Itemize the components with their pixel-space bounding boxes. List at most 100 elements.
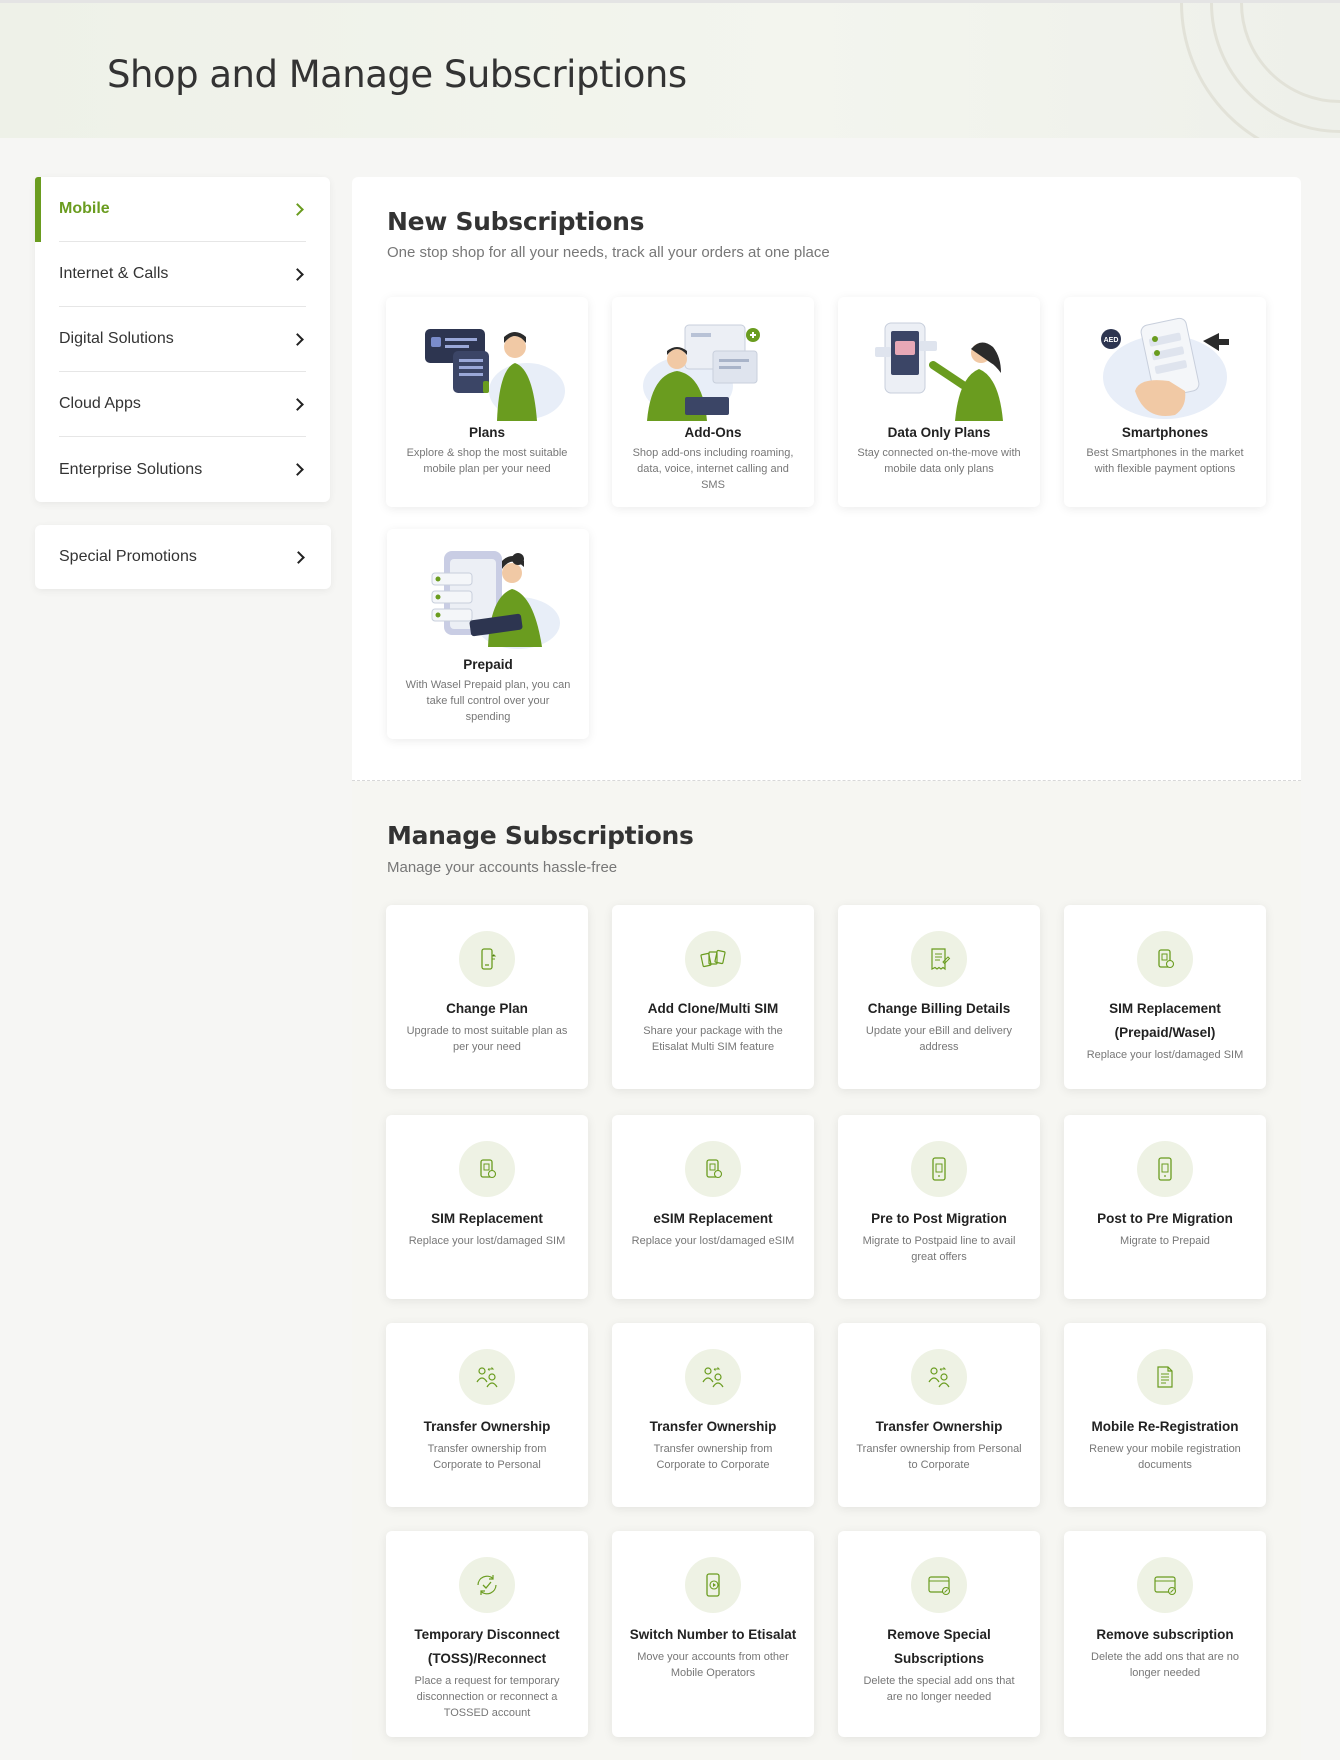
card-title: Transfer Ownership [649,1419,777,1434]
manage-card-post-to-pre-migration[interactable]: Post to Pre Migration Migrate to Prepaid [1064,1115,1266,1299]
card-description: Stay connected on-the-move with mobile d… [857,447,1021,475]
sim-icon [685,1141,741,1197]
users-icon [459,1349,515,1405]
card-data-only-plans[interactable]: Data Only Plans Stay connected on-the-mo… [838,297,1040,507]
card-prepaid[interactable]: Prepaid With Wasel Prepaid plan, you can… [387,529,589,739]
card-description: Best Smartphones in the market with flex… [1086,447,1244,475]
card-description: Delete the special add ons that are no l… [863,1675,1015,1703]
card-description: Move your accounts from other Mobile Ope… [637,1651,789,1679]
manage-card-sim-replacement[interactable]: SIM Replacement Replace your lost/damaged… [386,1115,588,1299]
sidebar-item-label: Enterprise Solutions [59,460,203,478]
sim-icon [459,1141,515,1197]
card-title: Mobile Re-Registration [1091,1419,1239,1434]
card-title: Remove Special Subscriptions [887,1627,991,1666]
card-title: Prepaid [463,657,513,672]
manage-subscriptions-section: Manage Subscriptions Manage your account… [352,781,1301,1760]
card-title: Pre to Post Migration [871,1211,1007,1226]
special-promotions-link[interactable]: Special Promotions [35,525,331,589]
manage-card-remove-subscription[interactable]: Remove subscription Delete the add ons th… [1064,1531,1266,1737]
sidebar-item-label: Mobile [59,200,110,217]
card-title: Transfer Ownership [875,1419,1003,1434]
card-title: eSIM Replacement [653,1211,773,1226]
multi-sim-icon [685,931,741,987]
card-description: Migrate to Postpaid line to avail great … [862,1235,1016,1263]
section-title: New Subscriptions [387,207,645,236]
card-description: Upgrade to most suitable plan as per you… [406,1025,568,1053]
card-description: Replace your lost/damaged SIM [1086,1049,1244,1061]
card-description: Replace your lost/damaged eSIM [631,1235,795,1247]
card-description: Place a request for temporary disconnect… [414,1675,560,1719]
card-title: Transfer Ownership [423,1419,551,1434]
special-promotions-label: Special Promotions [59,548,197,565]
sidebar-item-mobile[interactable]: Mobile [35,177,306,242]
manage-card-sim-replacement-prepaid-wasel[interactable]: SIM Replacement (Prepaid/Wasel) Replace y… [1064,905,1266,1089]
chevron-right-icon [292,550,305,564]
manage-card-transfer-ownership[interactable]: Transfer Ownership Transfer ownership fro… [612,1323,814,1507]
card-title: Data Only Plans [887,425,991,440]
card-title: Plans [468,425,506,440]
chevron-right-icon [291,397,304,411]
card-description: Transfer ownership from Corporate to Per… [427,1443,547,1471]
new-subscriptions-section: New Subscriptions One stop shop for all … [352,177,1301,781]
page-header: Shop and Manage Subscriptions [0,0,1340,138]
card-title: Add-Ons [684,425,742,440]
card-title: Change Billing Details [867,1001,1011,1016]
plans-illustration [407,311,567,421]
sidebar-item-label: Internet & Calls [59,265,169,282]
card-description: Migrate to Prepaid [1120,1235,1210,1247]
window-remove-icon [1137,1557,1193,1613]
manage-card-change-billing-details[interactable]: Change Billing Details Update your eBill … [838,905,1040,1089]
manage-card-transfer-ownership[interactable]: Transfer Ownership Transfer ownership fro… [838,1323,1040,1507]
document-icon [1137,1349,1193,1405]
manage-card-temporary-disconnect-toss-reconnect[interactable]: Temporary Disconnect (TOSS)/Reconnect Pla… [386,1531,588,1737]
section-title: Manage Subscriptions [387,821,694,850]
sidebar-item-internet-calls[interactable]: Internet & Calls [59,242,306,307]
main-content: New Subscriptions One stop shop for all … [352,177,1301,1760]
manage-card-pre-to-post-migration[interactable]: Pre to Post Migration Migrate to Postpaid… [838,1115,1040,1299]
chevron-right-icon [291,463,304,476]
manage-card-change-plan[interactable]: Change Plan Upgrade to most suitable plan… [386,905,588,1089]
sidebar-item-digital-solutions[interactable]: Digital Solutions [59,307,306,372]
chevron-right-icon [291,202,304,216]
card-title: Add Clone/Multi SIM [647,1001,779,1016]
manage-card-add-clone-multi-sim[interactable]: Add Clone/Multi SIM Share your package wi… [612,905,814,1089]
card-smartphones[interactable]: AED Smartphones Best Smartphones in the … [1064,297,1266,507]
sidebar-item-label: Digital Solutions [59,330,174,347]
card-description: Transfer ownership from Corporate to Cor… [653,1443,773,1471]
section-subtitle: Manage your accounts hassle-free [387,859,618,876]
sidebar-item-label: Cloud Apps [59,395,141,412]
phone-migrate-icon [1137,1141,1193,1197]
prepaid-illustration [408,543,568,653]
card-description: Transfer ownership from Personal to Corp… [856,1443,1022,1471]
sim-icon [1137,931,1193,987]
manage-card-esim-replacement[interactable]: eSIM Replacement Replace your lost/damage… [612,1115,814,1299]
card-description: With Wasel Prepaid plan, you can take fu… [405,679,571,723]
card-description: Renew your mobile registration documents [1089,1443,1241,1471]
card-description: Delete the add ons that are no longer ne… [1091,1651,1239,1679]
sidebar-item-enterprise-solutions[interactable]: Enterprise Solutions [59,437,306,502]
bill-icon [911,931,967,987]
card-title: Change Plan [446,1001,528,1016]
card-title: SIM Replacement [431,1211,543,1226]
refresh-check-icon [459,1557,515,1613]
manage-card-mobile-re-registration[interactable]: Mobile Re-Registration Renew your mobile … [1064,1323,1266,1507]
card-title: Temporary Disconnect (TOSS)/Reconnect [414,1627,560,1666]
card-description: Replace your lost/damaged SIM [408,1235,566,1247]
card-title: Remove subscription [1096,1627,1234,1642]
card-description: Update your eBill and delivery address [865,1025,1013,1053]
chevron-right-icon [291,332,304,346]
manage-card-transfer-ownership[interactable]: Transfer Ownership Transfer ownership fro… [386,1323,588,1507]
section-subtitle: One stop shop for all your needs, track … [387,244,830,261]
card-description: Explore & shop the most suitable mobile … [406,447,568,475]
chevron-right-icon [291,267,304,281]
sidebar-item-cloud-apps[interactable]: Cloud Apps [59,372,306,437]
data-plans-illustration [859,311,1019,421]
manage-card-switch-number-to-etisalat[interactable]: Switch Number to Etisalat Move your accou… [612,1531,814,1737]
page-title: Shop and Manage Subscriptions [107,53,687,96]
smartphones-illustration: AED [1085,311,1245,421]
phone-switch-icon [685,1557,741,1613]
addons-illustration [633,311,793,421]
manage-card-remove-special-subscriptions[interactable]: Remove Special Subscriptions Delete the s… [838,1531,1040,1737]
card-add-ons[interactable]: Add-Ons Shop add-ons including roaming, … [612,297,814,507]
card-plans[interactable]: Plans Explore & shop the most suitable m… [386,297,588,507]
